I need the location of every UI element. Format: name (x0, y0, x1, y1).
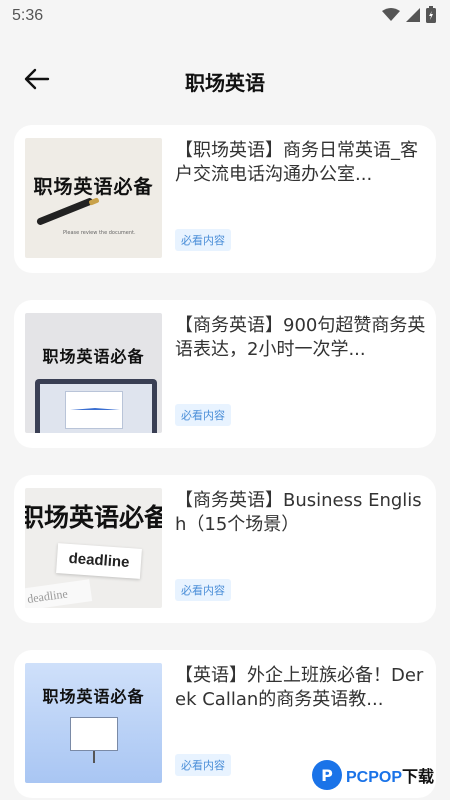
signal-icon (406, 7, 420, 26)
board-stand (93, 751, 95, 763)
watermark-brand: PCPOP (346, 769, 403, 786)
thumbnail-text: 职场英语必备 (42, 347, 145, 366)
thumbnail-word-secondary: deadline (25, 579, 93, 608)
app-bar: 职场英语 (0, 56, 450, 106)
tag-badge: 必看内容 (175, 579, 231, 601)
thumbnail-image: 职场英语必备 Please review the document. (25, 138, 162, 258)
thumbnail-text: 职场英语必备 (42, 687, 145, 706)
watermark: P PCPOP下载 (312, 760, 434, 790)
wifi-icon (382, 7, 400, 26)
thumbnail-text: 职场英语必备 (25, 503, 162, 532)
tag-badge: 必看内容 (175, 754, 231, 776)
card-title: 【商务英语】900句超赞商务英语表达，2小时一次学... (175, 315, 426, 360)
watermark-logo-icon: P (312, 760, 342, 790)
watermark-suffix: 下载 (402, 769, 435, 786)
pen-icon (35, 197, 95, 226)
presentation-board-icon (70, 717, 118, 751)
battery-icon (426, 5, 436, 27)
thumbnail-image: 职场英语必备 (25, 313, 162, 433)
envelope-icon (65, 391, 123, 429)
thumbnail-image: 职场英语必备 (25, 663, 162, 783)
tag-badge: 必看内容 (175, 404, 231, 426)
list-item[interactable]: 职场英语必备 Please review the document. 【职场英语… (14, 125, 436, 273)
tag-badge: 必看内容 (175, 229, 231, 251)
thumbnail-caption: Please review the document. (63, 230, 136, 236)
card-title: 【商务英语】Business English（15个场景） (175, 490, 422, 535)
card-title: 【职场英语】商务日常英语_客户交流电话沟通办公室... (175, 140, 418, 185)
status-time: 5:36 (12, 7, 44, 24)
page-title: 职场英语 (185, 70, 265, 95)
arrow-left-icon (24, 68, 50, 94)
list-item[interactable]: 职场英语必备 【商务英语】900句超赞商务英语表达，2小时一次学... 必看内容 (14, 300, 436, 448)
card-title: 【英语】外企上班族必备！Derek Callan的商务英语教... (175, 665, 424, 710)
list-item[interactable]: 职场英语必备 deadline deadline 【商务英语】Business … (14, 475, 436, 623)
watermark-text: PCPOP下载 (346, 763, 434, 787)
thumbnail-word: deadline (56, 543, 142, 579)
thumbnail-image: 职场英语必备 deadline deadline (25, 488, 162, 608)
thumbnail-text: 职场英语必备 (33, 176, 154, 198)
status-icons (382, 5, 436, 27)
back-button[interactable] (20, 66, 54, 96)
status-bar: 5:36 (0, 0, 450, 32)
